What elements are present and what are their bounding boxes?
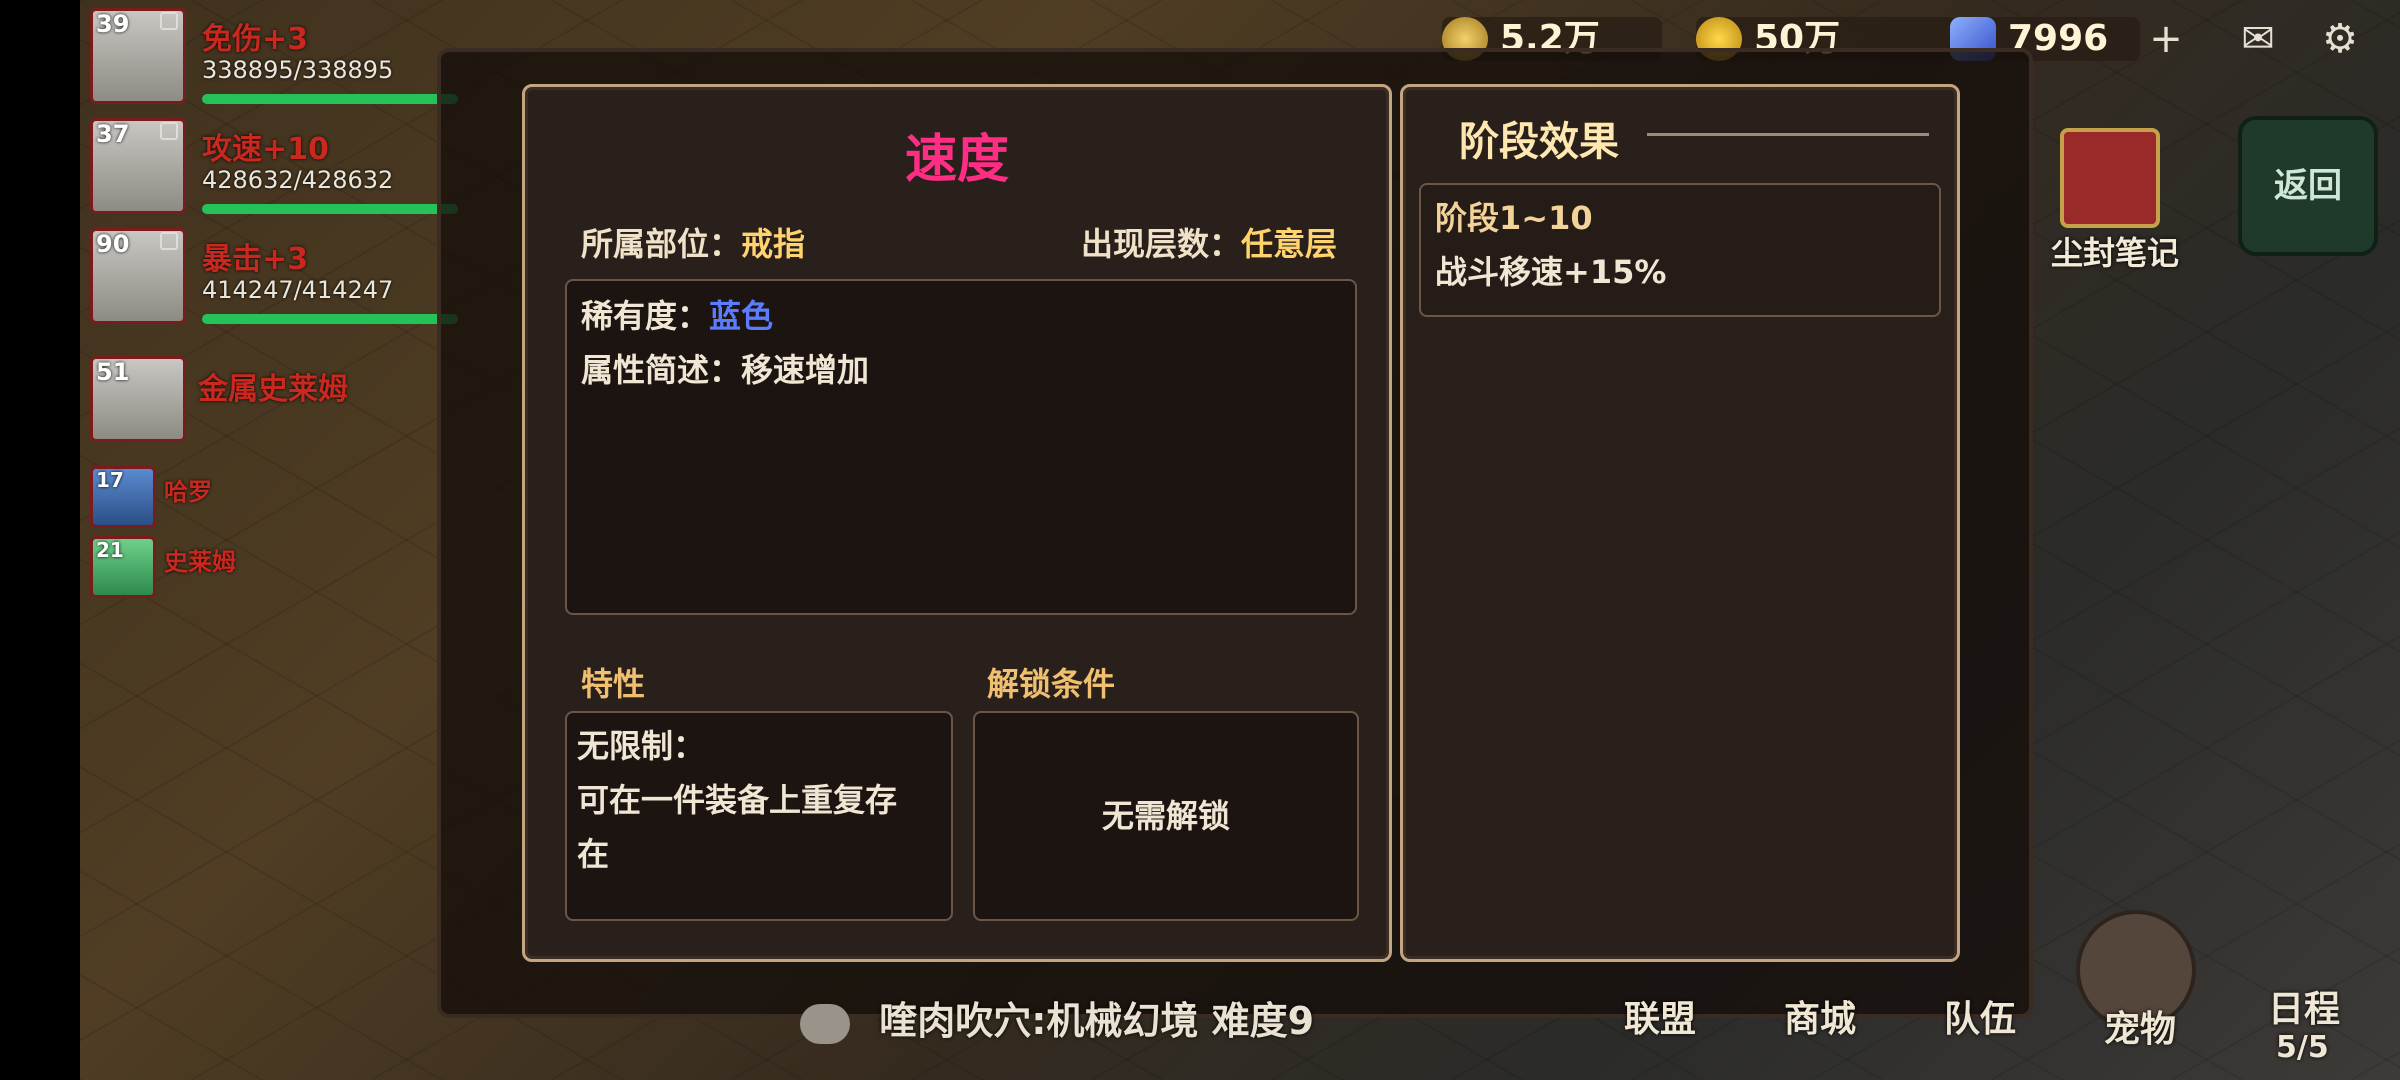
member-name: 攻速+10 xyxy=(202,132,329,167)
lock-icon xyxy=(160,232,178,250)
floor-value: 任意层 xyxy=(1240,225,1337,263)
back-button[interactable]: 返回 xyxy=(2238,116,2378,256)
floor-info: 出现层数：任意层 xyxy=(1081,219,1337,265)
member-hp: 428632/428632 xyxy=(202,166,394,194)
member-hp: 338895/338895 xyxy=(202,56,394,84)
attribute-summary-box: 稀有度：蓝色 属性简述：移速增加 xyxy=(565,279,1357,615)
nav-shop[interactable]: 商城 xyxy=(1784,990,1856,1042)
attribute-title: 速度 xyxy=(904,130,1009,190)
hp-bar xyxy=(202,94,458,104)
schedule-count: 5/5 xyxy=(2276,1030,2329,1065)
trait-line: 可在一件装备上重复存 xyxy=(577,781,898,819)
enemy-name: 史莱姆 xyxy=(164,548,236,576)
stage-entry: 阶段1~10 战斗移速+15% xyxy=(1419,183,1941,317)
chat-tip[interactable]: 喹肉吹穴:机械幻境 难度9 xyxy=(800,990,1314,1045)
member-level: 39 xyxy=(96,10,130,38)
stage-title: 阶段效果 xyxy=(1459,119,1619,165)
member-name: 免伤+3 xyxy=(202,22,309,57)
floor-label: 出现层数： xyxy=(1080,225,1241,263)
slot-value: 戒指 xyxy=(741,225,806,263)
unlock-value: 无需解锁 xyxy=(1101,797,1230,835)
slot-info: 所属部位：戒指 xyxy=(581,219,805,265)
chat-text: 喹肉吹穴:机械幻境 难度9 xyxy=(879,999,1315,1043)
rarity-value: 蓝色 xyxy=(709,297,774,335)
enemy-name: 金属史莱姆 xyxy=(198,372,348,407)
trait-line: 无限制： xyxy=(577,727,706,765)
nav-schedule[interactable]: 日程 xyxy=(2268,980,2340,1032)
enemy-level: 21 xyxy=(96,538,124,562)
desc-label: 属性简述： xyxy=(581,351,742,389)
gear-icon[interactable]: ⚙ xyxy=(2314,16,2366,62)
enemy-level: 51 xyxy=(96,358,130,386)
member-level: 90 xyxy=(96,230,130,258)
nav-team[interactable]: 队伍 xyxy=(1944,990,2016,1042)
notebook-label[interactable]: 尘封笔记 xyxy=(2040,228,2190,274)
stage-range: 阶段1~10 xyxy=(1435,199,1593,237)
lock-icon xyxy=(160,12,178,30)
hp-bar xyxy=(202,314,458,324)
desc-value: 移速增加 xyxy=(741,351,870,389)
unlock-title: 解锁条件 xyxy=(987,665,1116,703)
stage-effect-panel: 阶段效果 阶段1~10 战斗移速+15% xyxy=(1400,84,1960,962)
member-name: 暴击+3 xyxy=(202,242,309,277)
title-divider xyxy=(1647,133,1929,136)
hp-bar xyxy=(202,204,458,214)
mail-icon[interactable]: ✉ xyxy=(2232,16,2284,62)
enemy-level: 17 xyxy=(96,468,124,492)
notebook-icon[interactable] xyxy=(2060,128,2160,228)
nav-pet[interactable]: 宠物 xyxy=(2104,1000,2176,1052)
stage-effect: 战斗移速+15% xyxy=(1435,253,1667,291)
unlock-box: 无需解锁 xyxy=(973,711,1359,921)
lock-icon xyxy=(160,122,178,140)
trait-box: 无限制： 可在一件装备上重复存 在 xyxy=(565,711,953,921)
trait-title: 特性 xyxy=(581,665,646,703)
slot-label: 所属部位： xyxy=(581,225,742,263)
attribute-detail-panel: 速度 所属部位：戒指 出现层数：任意层 稀有度：蓝色 属性简述：移速增加 特性 … xyxy=(522,84,1392,962)
nav-alliance[interactable]: 联盟 xyxy=(1624,990,1696,1042)
rarity-label: 稀有度： xyxy=(581,297,710,335)
desc-line: 属性简述：移速增加 xyxy=(581,343,869,397)
add-diamond-button[interactable]: + xyxy=(2140,16,2192,62)
member-hp: 414247/414247 xyxy=(202,276,394,304)
chat-icon xyxy=(800,1003,850,1044)
rarity-line: 稀有度：蓝色 xyxy=(581,289,773,343)
member-level: 37 xyxy=(96,120,130,148)
enemy-name: 哈罗 xyxy=(164,478,212,506)
trait-line: 在 xyxy=(577,835,610,873)
